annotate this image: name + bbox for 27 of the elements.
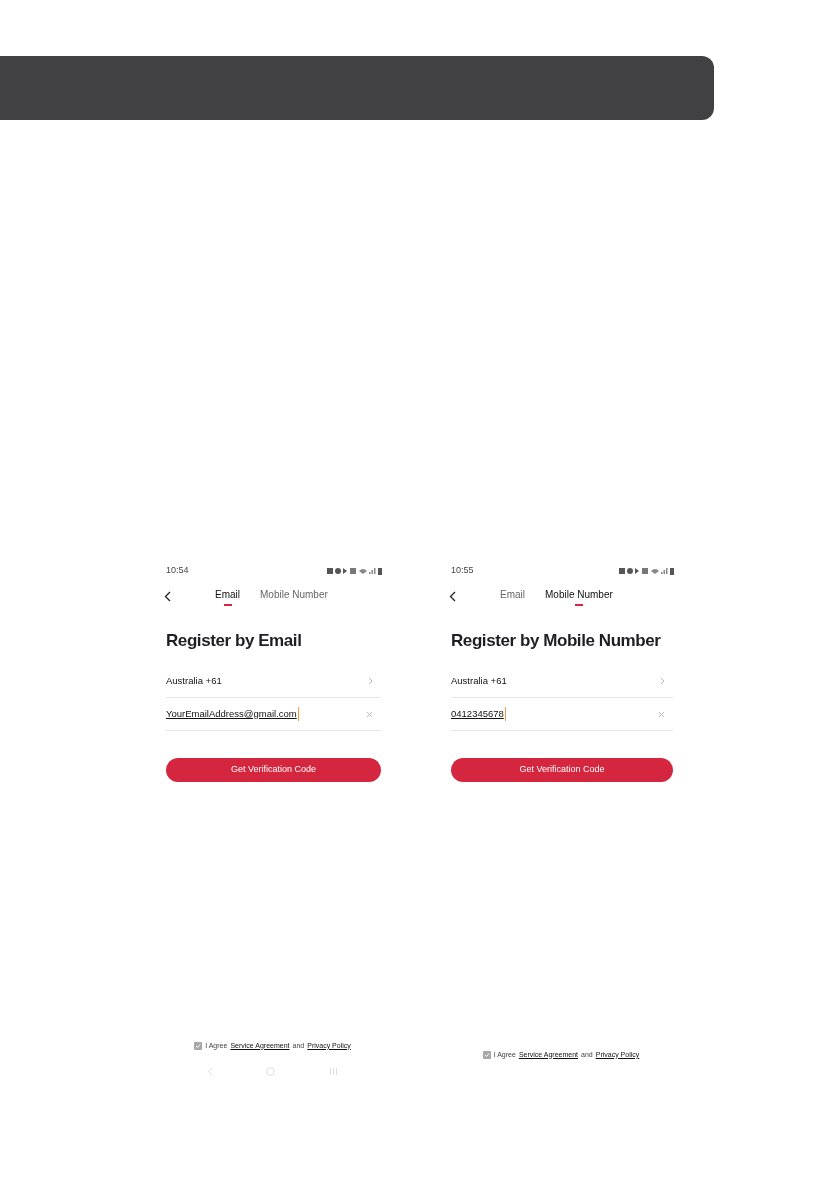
input-field[interactable]: YourEmailAddress@gmail.com — [166, 698, 381, 731]
status-icons-drawing — [327, 566, 383, 575]
back-icon[interactable] — [164, 590, 171, 602]
clear-icon[interactable] — [366, 710, 373, 718]
verification-code-button[interactable]: Get Verification Code — [451, 758, 673, 782]
chevron-right-icon — [660, 677, 665, 685]
page-title: Register by Email — [165, 629, 303, 652]
back-icon[interactable] — [449, 590, 456, 602]
status-time: 10:55 — [451, 564, 474, 577]
chevron-right-icon — [368, 677, 373, 685]
clear-icon[interactable] — [658, 710, 665, 718]
page-title: Register by Mobile Number — [450, 629, 662, 652]
nav-home-icon[interactable] — [266, 1067, 276, 1076]
tab[interactable]: Mobile Number — [260, 586, 328, 606]
tab[interactable]: Email — [500, 586, 525, 606]
country-picker[interactable]: Australia +61 — [166, 665, 381, 698]
status-icons-drawing — [619, 566, 675, 575]
agree-checkbox[interactable] — [482, 1050, 491, 1059]
status-time: 10:54 — [166, 564, 189, 577]
country-picker[interactable]: Australia +61 — [451, 665, 673, 698]
tab[interactable]: Email — [215, 586, 240, 606]
input-field[interactable]: 0412345678 — [451, 698, 673, 731]
nav-back-icon[interactable] — [206, 1067, 213, 1076]
nav-recents-icon[interactable] — [329, 1067, 339, 1076]
verification-code-button[interactable]: Get Verification Code — [166, 758, 381, 782]
agree-checkbox[interactable] — [194, 1041, 203, 1050]
tab[interactable]: Mobile Number — [545, 586, 613, 606]
